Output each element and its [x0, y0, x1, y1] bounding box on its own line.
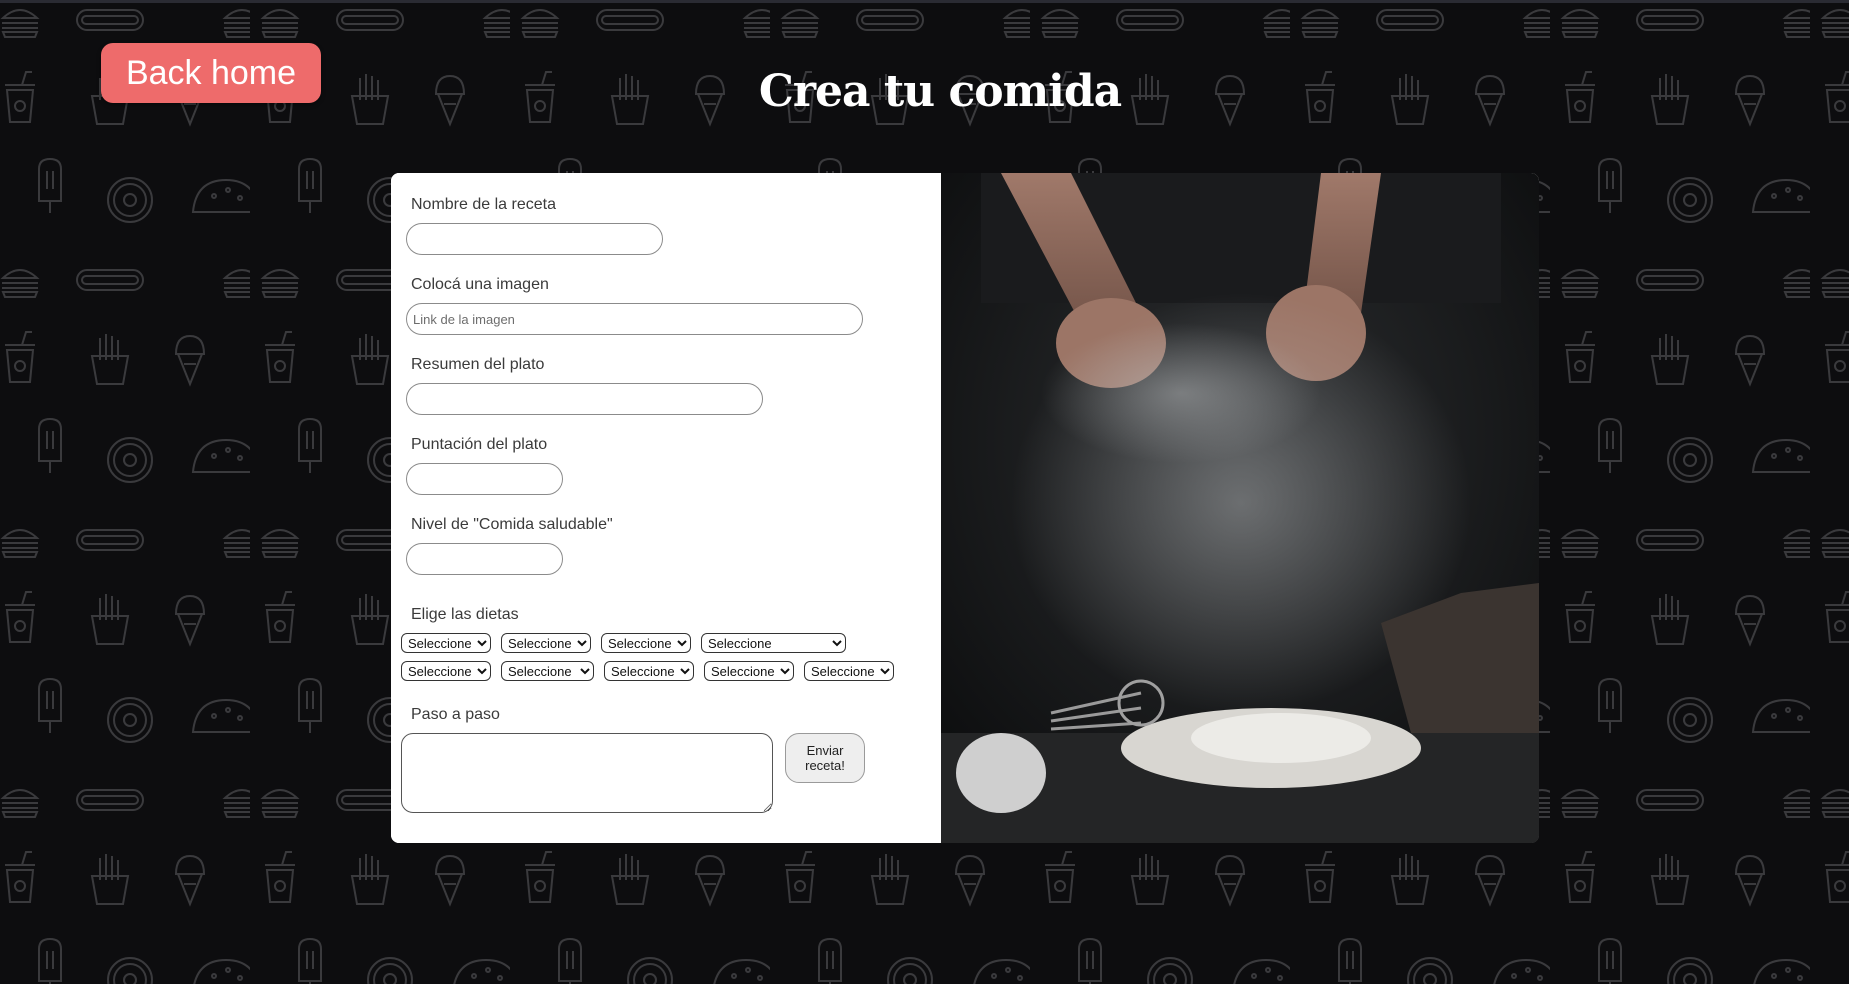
recipe-form: Nombre de la receta Colocá una imagen Re… [391, 173, 941, 843]
steps-label: Paso a paso [411, 706, 500, 723]
diets-label: Elige las dietas [411, 606, 519, 623]
health-score-label: Nivel de "Comida saludable" [411, 516, 613, 533]
score-input[interactable] [406, 463, 563, 495]
image-label: Colocá una imagen [411, 276, 549, 293]
diet-select[interactable]: Seleccione [501, 633, 591, 653]
diet-select[interactable]: Seleccione [601, 633, 691, 653]
summary-input[interactable] [406, 383, 763, 415]
image-url-input[interactable] [406, 303, 863, 335]
recipe-name-input[interactable] [406, 223, 663, 255]
diet-select[interactable]: Seleccione [401, 633, 491, 653]
page-title: Crea tu comida [758, 66, 1122, 117]
diet-select[interactable]: Seleccione [701, 633, 846, 653]
recipe-card: Nombre de la receta Colocá una imagen Re… [391, 173, 1539, 843]
diet-select[interactable]: Seleccione [704, 661, 794, 681]
steps-textarea[interactable] [401, 733, 773, 813]
diet-select[interactable]: Seleccione [604, 661, 694, 681]
baker-flour-photo [941, 173, 1539, 843]
diet-select[interactable]: Seleccione [501, 661, 594, 681]
summary-label: Resumen del plato [411, 356, 545, 373]
health-score-input[interactable] [406, 543, 563, 575]
recipe-name-label: Nombre de la receta [411, 196, 556, 213]
diet-select[interactable]: Seleccione [804, 661, 894, 681]
diet-select[interactable]: Seleccione [401, 661, 491, 681]
back-home-button[interactable]: Back home [101, 43, 321, 103]
score-label: Puntación del plato [411, 436, 548, 453]
submit-recipe-button[interactable]: Enviar receta! [785, 733, 865, 783]
